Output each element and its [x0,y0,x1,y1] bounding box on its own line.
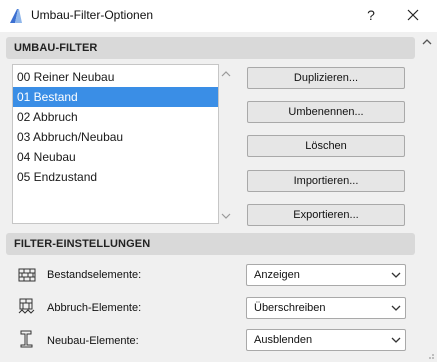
existing-elements-icon [18,268,36,282]
title-bar: Umbau-Filter-Optionen ? [0,0,437,32]
close-icon[interactable] [402,4,424,26]
list-item[interactable]: 04 Neubau [13,147,218,167]
window-title: Umbau-Filter-Optionen [31,8,154,22]
new-elements-select[interactable]: Ausblenden [246,329,406,351]
demolished-elements-select[interactable]: Überschreiben [246,297,406,319]
list-item[interactable]: 02 Abbruch [13,107,218,127]
list-item[interactable]: 03 Abbruch/Neubau [13,127,218,147]
list-item-selected[interactable]: 01 Bestand [13,87,218,107]
demolished-elements-label: Abbruch-Elemente: [47,302,142,314]
select-value: Überschreiben [254,302,326,314]
select-value: Anzeigen [254,269,300,281]
filter-list[interactable]: 00 Reiner Neubau 01 Bestand 02 Abbruch 0… [12,64,219,224]
list-scroll-down-icon[interactable] [221,212,231,220]
existing-elements-select[interactable]: Anzeigen [246,264,406,286]
existing-elements-label: Bestandselemente: [47,269,142,281]
duplicate-button[interactable]: Duplizieren... [247,67,405,89]
dialog-body: UMBAU-FILTER 00 Reiner Neubau 01 Bestand… [0,32,437,362]
delete-button[interactable]: Löschen [247,135,405,157]
resize-grip-icon[interactable] [425,350,435,360]
list-item[interactable]: 00 Reiner Neubau [13,67,218,87]
export-button[interactable]: Exportieren... [247,204,405,226]
archicad-app-icon [10,9,22,23]
panel-scroll-up-icon[interactable] [422,38,432,46]
settings-section-header[interactable]: FILTER-EINSTELLUNGEN [6,233,415,255]
help-button[interactable]: ? [360,4,382,26]
import-button[interactable]: Importieren... [247,170,405,192]
select-value: Ausblenden [254,334,313,346]
new-elements-label: Neubau-Elemente: [47,335,139,347]
chevron-down-icon [391,305,401,311]
filter-section-header[interactable]: UMBAU-FILTER [6,37,415,59]
demolished-elements-icon [18,298,35,314]
list-item[interactable]: 05 Endzustand [13,167,218,187]
chevron-down-icon [391,337,401,343]
list-scroll-up-icon[interactable] [221,70,231,78]
rename-button[interactable]: Umbenennen... [247,101,405,123]
chevron-down-icon [391,272,401,278]
new-elements-icon [20,330,33,348]
